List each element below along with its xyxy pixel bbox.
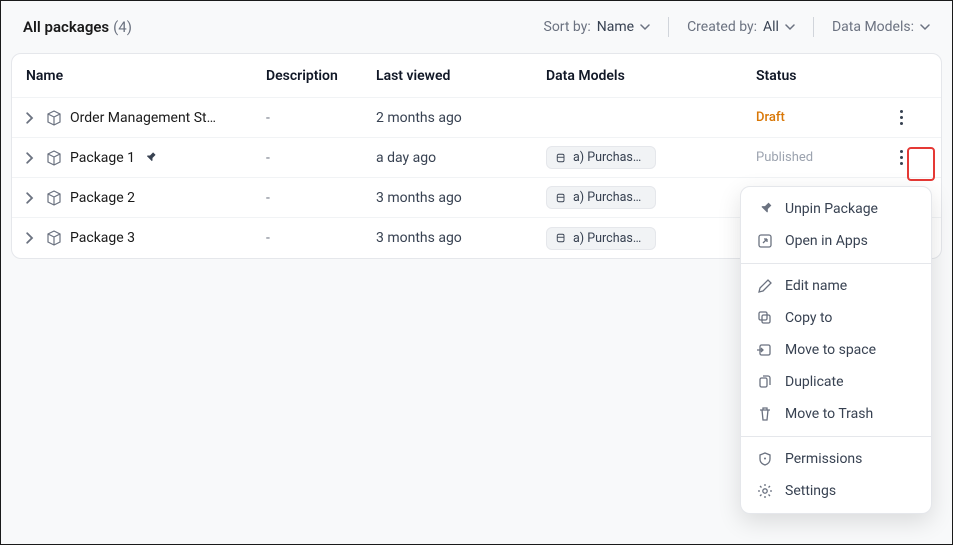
row-name: Package 3 xyxy=(70,230,135,246)
menu-edit-name[interactable]: Edit name xyxy=(741,270,931,302)
row-last-viewed: a day ago xyxy=(376,150,546,166)
package-icon xyxy=(46,110,62,126)
chevron-down-icon xyxy=(785,22,795,32)
menu-duplicate[interactable]: Duplicate xyxy=(741,366,931,398)
kebab-icon xyxy=(900,150,903,165)
row-name: Package 2 xyxy=(70,190,135,206)
trash-icon xyxy=(757,406,773,422)
row-data-models: a) Purchase t… xyxy=(546,186,756,209)
row-description: - xyxy=(266,230,376,246)
col-last-viewed[interactable]: Last viewed xyxy=(376,68,546,84)
menu-open-in-apps[interactable]: Open in Apps xyxy=(741,225,931,257)
menu-settings[interactable]: Settings xyxy=(741,475,931,507)
kebab-icon xyxy=(900,110,903,125)
col-status[interactable]: Status xyxy=(756,68,887,84)
menu-copy-to[interactable]: Copy to xyxy=(741,302,931,334)
row-description: - xyxy=(266,110,376,126)
menu-separator xyxy=(741,263,931,264)
package-icon xyxy=(46,190,62,206)
row-data-models: a) Purchase t… xyxy=(546,227,756,250)
sort-value: Name xyxy=(597,19,634,35)
menu-edit-label: Edit name xyxy=(785,278,847,294)
separator xyxy=(668,17,669,37)
data-model-tag[interactable]: a) Purchase t… xyxy=(546,146,656,169)
col-name[interactable]: Name xyxy=(26,68,266,84)
col-data-models[interactable]: Data Models xyxy=(546,68,756,84)
data-model-tag[interactable]: a) Purchase t… xyxy=(546,227,656,250)
shield-icon xyxy=(757,451,773,467)
table-row[interactable]: Order Management St… -2 months ago Draft xyxy=(12,98,941,138)
page-title: All packages (4) xyxy=(23,18,132,36)
database-icon xyxy=(555,152,567,164)
chevron-right-icon[interactable] xyxy=(26,112,38,124)
col-description[interactable]: Description xyxy=(266,68,376,84)
table-row[interactable]: Package 1 -a day ago a) Purchase t… Publish… xyxy=(12,138,941,178)
database-icon xyxy=(555,232,567,244)
context-menu: Unpin Package Open in Apps Edit name Cop… xyxy=(740,186,932,514)
menu-copy-label: Copy to xyxy=(785,310,832,326)
sort-label: Sort by: xyxy=(544,19,591,35)
data-model-tag[interactable]: a) Purchase t… xyxy=(546,186,656,209)
row-name: Package 1 xyxy=(70,150,135,166)
menu-settings-label: Settings xyxy=(785,483,836,499)
pencil-icon xyxy=(757,278,773,294)
menu-unpin[interactable]: Unpin Package xyxy=(741,193,931,225)
database-icon xyxy=(555,192,567,204)
pin-icon xyxy=(754,198,777,221)
package-icon xyxy=(46,230,62,246)
title-count: (4) xyxy=(113,18,132,36)
separator xyxy=(813,17,814,37)
created-by-dropdown[interactable]: Created by: All xyxy=(687,19,795,35)
menu-duplicate-label: Duplicate xyxy=(785,374,844,390)
menu-open-label: Open in Apps xyxy=(785,233,868,249)
row-data-models: a) Purchase t… xyxy=(546,146,756,169)
chevron-right-icon[interactable] xyxy=(26,192,38,204)
package-icon xyxy=(46,150,62,166)
menu-permissions[interactable]: Permissions xyxy=(741,443,931,475)
menu-trash-label: Move to Trash xyxy=(785,406,873,422)
gear-icon xyxy=(757,483,773,499)
tag-label: a) Purchase t… xyxy=(573,150,647,165)
title-text: All packages xyxy=(23,18,109,36)
chevron-right-icon[interactable] xyxy=(26,152,38,164)
chevron-down-icon xyxy=(920,22,930,32)
tag-label: a) Purchase t… xyxy=(573,231,647,246)
menu-move-to-space[interactable]: Move to space xyxy=(741,334,931,366)
row-description: - xyxy=(266,190,376,206)
pin-icon xyxy=(140,150,160,166)
menu-unpin-label: Unpin Package xyxy=(785,201,878,217)
menu-permissions-label: Permissions xyxy=(785,451,862,467)
move-icon xyxy=(757,342,773,358)
row-name: Order Management St… xyxy=(70,110,216,126)
menu-move-space-label: Move to space xyxy=(785,342,876,358)
models-label: Data Models: xyxy=(832,19,914,35)
tag-label: a) Purchase t… xyxy=(573,190,647,205)
row-actions-button[interactable] xyxy=(887,104,915,132)
created-value: All xyxy=(763,19,779,35)
created-label: Created by: xyxy=(687,19,757,35)
menu-separator xyxy=(741,436,931,437)
row-description: - xyxy=(266,150,376,166)
row-status: Published xyxy=(756,150,887,165)
menu-move-to-trash[interactable]: Move to Trash xyxy=(741,398,931,430)
copy-icon xyxy=(757,310,773,326)
open-icon xyxy=(757,233,773,249)
duplicate-icon xyxy=(757,374,773,390)
row-last-viewed: 3 months ago xyxy=(376,230,546,246)
data-models-dropdown[interactable]: Data Models: xyxy=(832,19,930,35)
table-header: Name Description Last viewed Data Models… xyxy=(12,54,941,98)
sort-by-dropdown[interactable]: Sort by: Name xyxy=(544,19,651,35)
row-status: Draft xyxy=(756,110,887,125)
row-last-viewed: 3 months ago xyxy=(376,190,546,206)
row-actions-button[interactable] xyxy=(887,144,915,172)
chevron-down-icon xyxy=(640,22,650,32)
row-last-viewed: 2 months ago xyxy=(376,110,546,126)
chevron-right-icon[interactable] xyxy=(26,232,38,244)
